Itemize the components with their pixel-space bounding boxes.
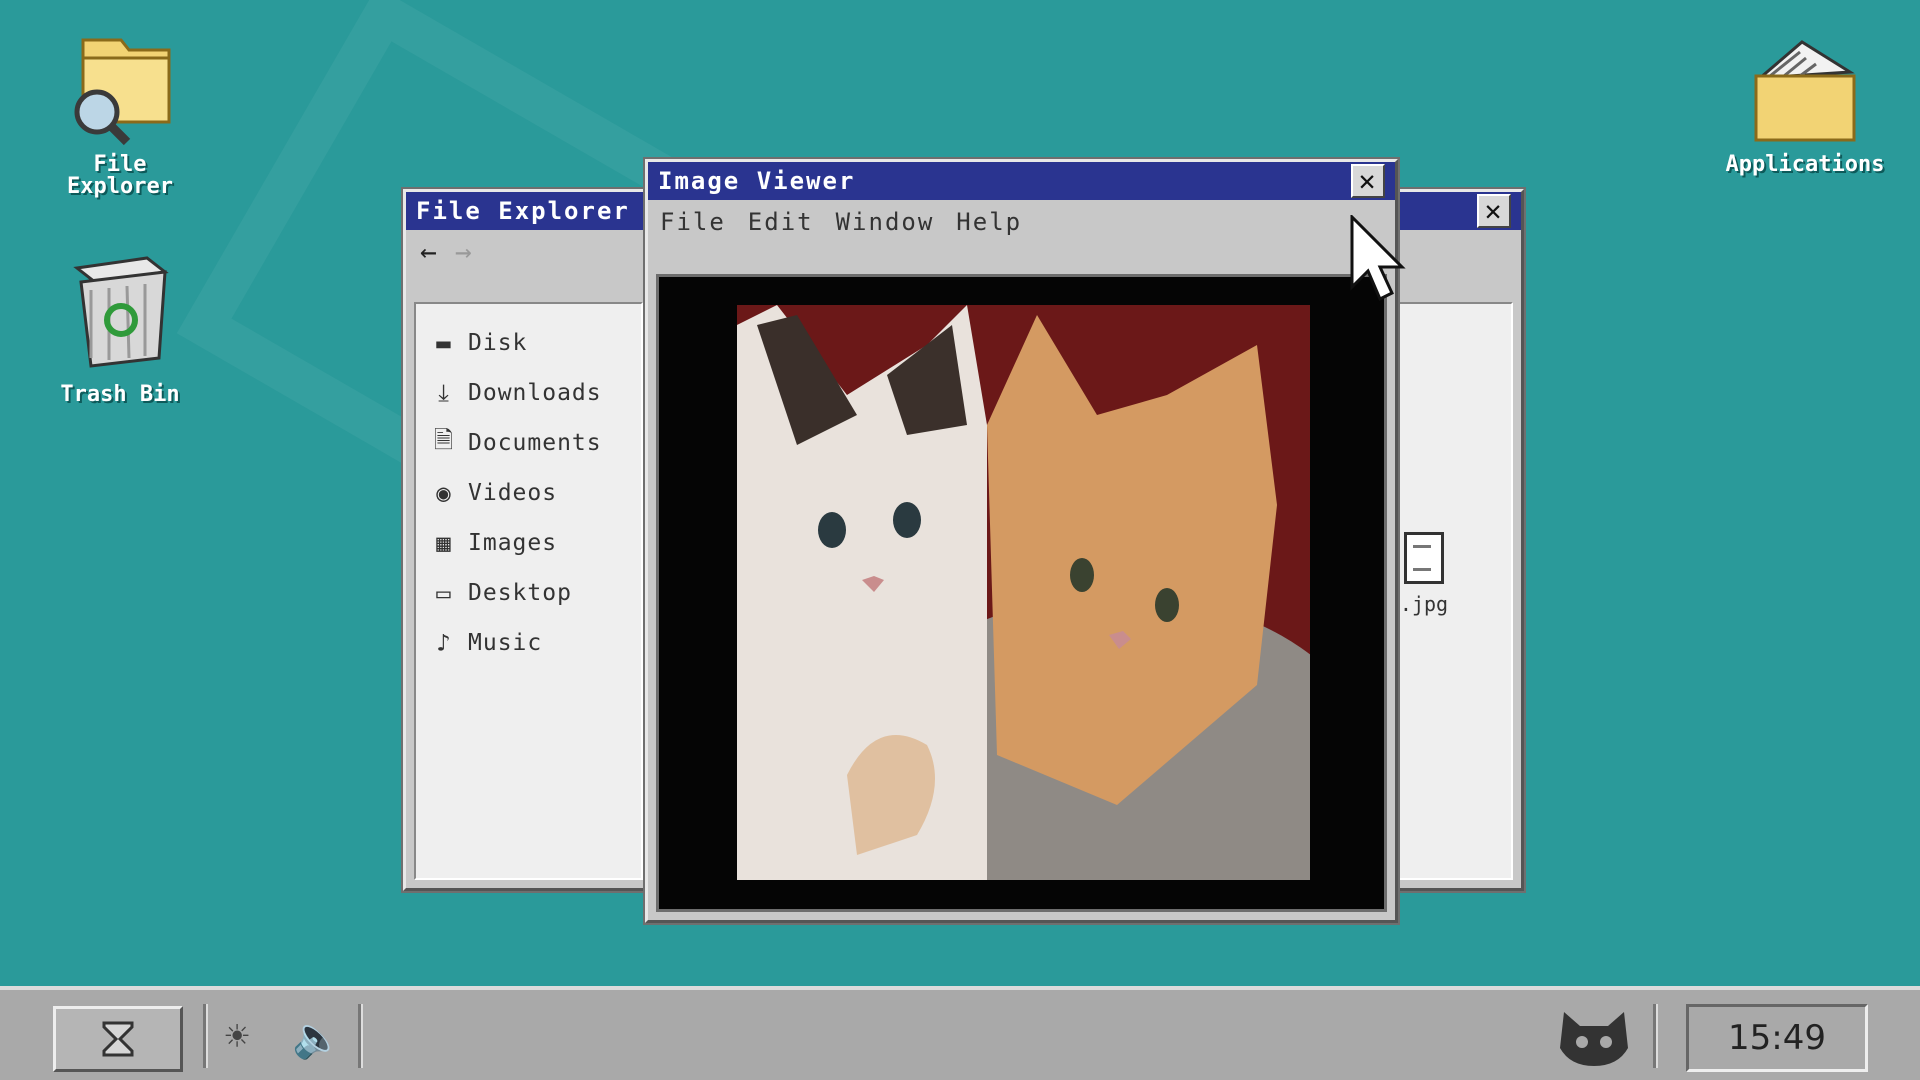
hourglass-icon [102, 1021, 134, 1057]
taskbar-separator [358, 1004, 363, 1068]
forward-arrow-icon[interactable]: → [455, 235, 472, 268]
sidebar-item-images[interactable]: ▦ Images [416, 518, 641, 568]
video-icon: ◉ [436, 479, 452, 507]
image-icon: ▦ [436, 529, 452, 557]
sidebar-item-label: Music [468, 630, 543, 656]
menu-window[interactable]: Window [836, 208, 935, 236]
sidebar-item-desktop[interactable]: ▭ Desktop [416, 568, 641, 618]
file-label: .jpg [1399, 592, 1449, 616]
image-viewer-window[interactable]: Image Viewer ✕ File Edit Window Help [645, 159, 1398, 923]
monitor-icon: ▭ [436, 579, 452, 607]
sidebar-item-downloads[interactable]: ⤓ Downloads [416, 368, 641, 418]
window-title: File Explorer [416, 197, 630, 225]
menu-help[interactable]: Help [956, 208, 1022, 236]
download-icon: ⤓ [438, 379, 450, 407]
sidebar-item-disk[interactable]: ▬ Disk [416, 318, 641, 368]
clock-time: 15:49 [1728, 1018, 1826, 1058]
menu-file[interactable]: File [660, 208, 726, 236]
window-title: Image Viewer [658, 167, 856, 195]
desktop-icon-label: File Explorer [67, 152, 173, 199]
file-icon [1404, 532, 1444, 584]
close-button[interactable]: ✕ [1477, 194, 1511, 228]
sidebar-item-label: Downloads [468, 380, 602, 406]
sidebar-item-music[interactable]: ♪ Music [416, 618, 641, 668]
image-viewport [656, 274, 1387, 912]
music-note-icon: ♪ [436, 629, 452, 657]
menu-edit[interactable]: Edit [748, 208, 814, 236]
desktop-icon-applications[interactable]: Applications [1710, 20, 1900, 176]
taskbar-separator [1653, 1004, 1658, 1068]
close-icon: ✕ [1484, 194, 1504, 227]
desktop-icon-file-explorer[interactable]: File Explorer [35, 20, 205, 198]
close-button[interactable]: ✕ [1351, 164, 1385, 198]
applications-folder-icon [1740, 20, 1870, 150]
sidebar-item-label: Documents [468, 430, 602, 456]
cat-icon[interactable] [1558, 1008, 1630, 1072]
menu-bar: File Edit Window Help [648, 200, 1395, 244]
folder-search-icon [55, 20, 185, 150]
mouse-cursor-icon [1350, 213, 1410, 309]
sidebar-item-documents[interactable]: 🗎 Documents [416, 418, 641, 468]
desktop-icon-label: Applications [1725, 152, 1885, 177]
back-arrow-icon[interactable]: ← [420, 235, 437, 268]
volume-icon[interactable]: 🔈 [292, 1014, 342, 1061]
desktop-icon-trash-bin[interactable]: Trash Bin [35, 250, 205, 406]
brightness-icon[interactable]: ☀ [225, 1014, 249, 1060]
image-viewer-titlebar[interactable]: Image Viewer ✕ [648, 162, 1395, 200]
start-button[interactable] [53, 1006, 183, 1072]
close-icon: ✕ [1358, 164, 1378, 197]
taskbar: ☀ 🔈 15:49 [0, 986, 1920, 1080]
sidebar-item-label: Disk [468, 330, 528, 356]
sidebar-item-label: Images [468, 530, 558, 556]
taskbar-separator [203, 1004, 208, 1068]
sidebar-item-videos[interactable]: ◉ Videos [416, 468, 641, 518]
desktop-icon-label: Trash Bin [60, 382, 180, 407]
kittens-photo [737, 305, 1310, 880]
document-icon: 🗎 [433, 425, 455, 454]
sidebar-item-label: Videos [468, 480, 558, 506]
sidebar-item-label: Desktop [468, 580, 572, 606]
clock: 15:49 [1686, 1004, 1868, 1072]
sidebar: ▬ Disk ⤓ Downloads 🗎 Documents ◉ Videos … [414, 302, 643, 880]
disk-icon: ▬ [436, 329, 452, 357]
trash-bin-icon [55, 250, 185, 380]
